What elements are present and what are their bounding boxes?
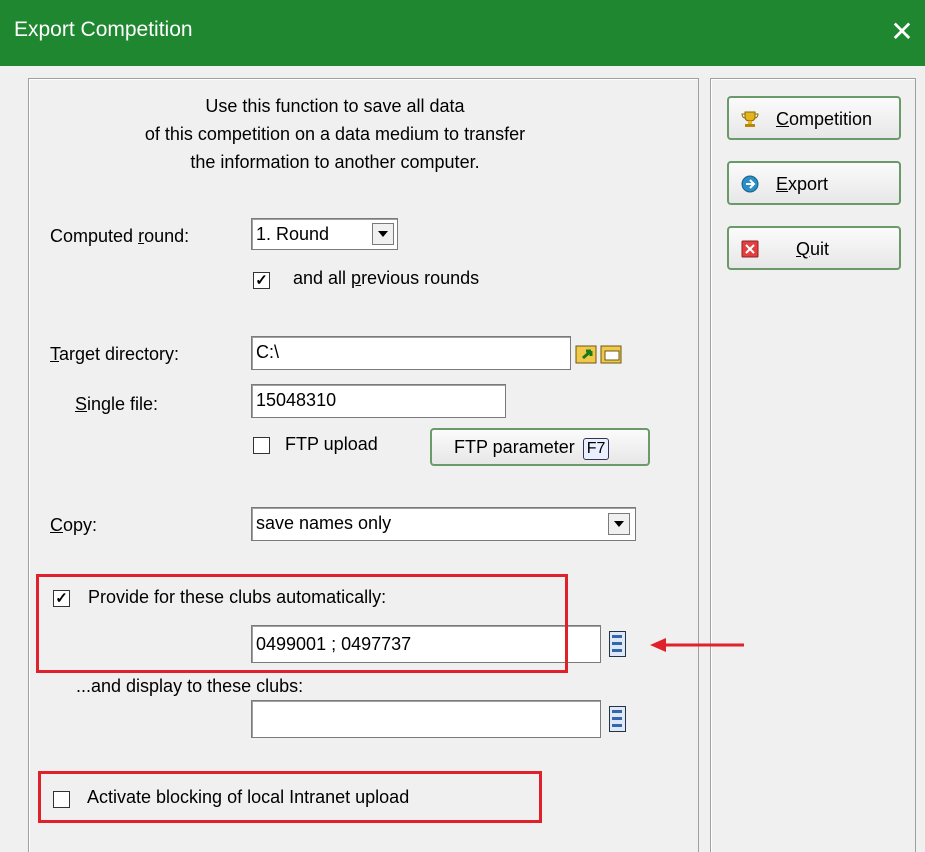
chevron-down-icon[interactable]	[372, 223, 394, 245]
single-file-input[interactable]: 15048310	[251, 384, 506, 418]
copy-select[interactable]: save names only	[251, 507, 636, 541]
arrow-left-icon	[650, 638, 744, 652]
folder-browse-icon[interactable]	[600, 342, 624, 366]
copy-label: Copy:	[50, 515, 98, 535]
folder-open-icon[interactable]	[575, 342, 599, 366]
window-title: Export Competition	[14, 18, 193, 41]
highlight-box	[38, 771, 542, 823]
target-directory-label: Target directory:	[50, 344, 180, 364]
export-arrow-icon	[741, 175, 759, 193]
list-picker-icon[interactable]	[607, 630, 627, 657]
quit-button[interactable]: Quit	[727, 226, 901, 270]
previous-rounds-label: and all previous rounds	[293, 268, 480, 288]
intro-text: Use this function to save all data of th…	[125, 92, 545, 176]
target-directory-input[interactable]: C:\	[251, 336, 571, 370]
display-clubs-label: ...and display to these clubs:	[76, 676, 304, 696]
competition-button[interactable]: Competition	[727, 96, 901, 140]
ftp-upload-label: FTP upload	[285, 434, 378, 454]
quit-x-icon	[741, 240, 759, 258]
ftp-upload-checkbox[interactable]	[253, 437, 270, 454]
intro-line: of this competition on a data medium to …	[144, 124, 526, 144]
title-bar: Export Competition ✕	[0, 0, 925, 66]
close-icon[interactable]: ✕	[884, 14, 920, 50]
ftp-parameter-button[interactable]: FTP parameter F7	[430, 428, 650, 466]
export-button[interactable]: Export	[727, 161, 901, 205]
computed-round-label: Computed round:	[50, 226, 190, 246]
display-clubs-input[interactable]	[251, 700, 601, 738]
single-file-label: Single file:	[75, 394, 159, 414]
list-picker-icon[interactable]	[607, 705, 627, 732]
previous-rounds-checkbox[interactable]: ✓	[253, 272, 270, 289]
intro-line: the information to another computer.	[190, 152, 480, 172]
trophy-icon	[741, 111, 759, 127]
computed-round-value: 1. Round	[256, 224, 330, 244]
intro-line: Use this function to save all data	[205, 96, 465, 116]
highlight-box	[36, 574, 568, 673]
chevron-down-icon[interactable]	[608, 513, 630, 535]
shortcut-badge: F7	[582, 438, 610, 460]
